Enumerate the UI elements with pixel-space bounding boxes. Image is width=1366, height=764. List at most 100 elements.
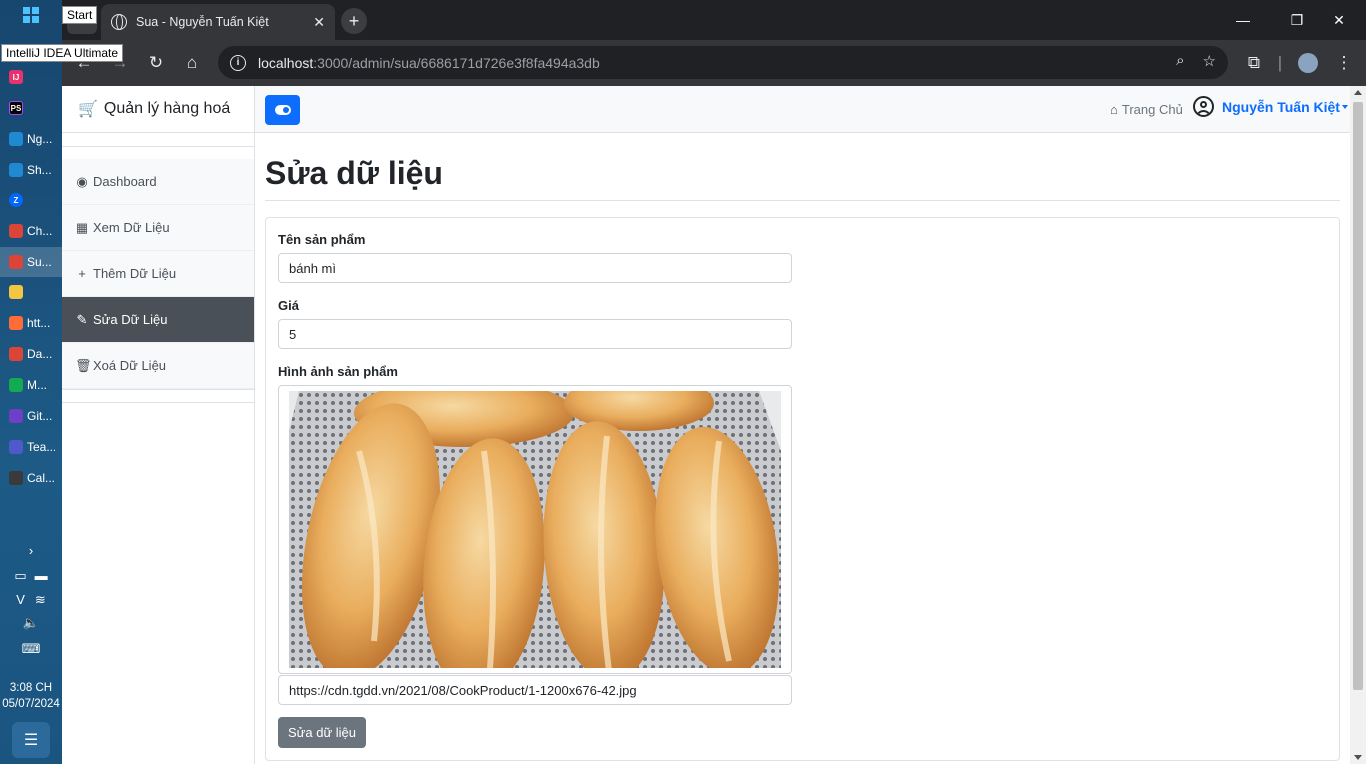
taskbar-app-0[interactable]: Ng... <box>0 124 62 154</box>
top-navbar: ⌂ Trang Chủ Nguyễn Tuấn Kiệt <box>255 86 1350 133</box>
product-name-input[interactable] <box>278 253 792 283</box>
taskbar-app-label: Ch... <box>27 224 53 238</box>
sidebar-item-dashboard[interactable]: ◉ Dashboard <box>62 159 254 205</box>
windows-logo-icon <box>23 7 39 23</box>
bread-photo <box>289 391 781 668</box>
folder-icon <box>9 285 23 299</box>
minimize-icon[interactable]: — <box>1220 0 1266 40</box>
browser-tab-active[interactable]: Sua - Nguyễn Tuấn Kiệt ✕ <box>101 4 335 40</box>
user-dropdown[interactable]: Nguyễn Tuấn Kiệt <box>1193 96 1348 117</box>
keyboard-icon[interactable]: ⌨ <box>0 641 62 657</box>
address-bar[interactable]: i localhost:3000/admin/sua/6686171d726e3… <box>218 46 1228 79</box>
sidebar: 🛒 Quản lý hàng hoá ◉ Dashboard ▦ Xem Dữ Liệ… <box>62 86 255 764</box>
tray-expand-icon[interactable]: › <box>0 543 62 558</box>
toolbar-divider: | <box>1277 53 1283 72</box>
windows-taskbar: IJ PS Ng... Sh... Ch... Su... htt... Da... M..… <box>0 0 62 764</box>
taskbar-app-1[interactable]: Sh... <box>0 155 62 185</box>
table-icon: ▦ <box>75 219 89 235</box>
scrollbar-thumb[interactable] <box>1353 102 1363 690</box>
notification-center-icon[interactable]: ☰ <box>12 722 50 758</box>
image-url-input[interactable] <box>278 675 792 705</box>
taskbar-intellij[interactable]: IJ <box>0 62 62 92</box>
sidebar-item-pencil[interactable]: ✎ Sửa Dữ Liệu <box>62 297 254 343</box>
reload-icon[interactable]: ↻ <box>142 49 170 77</box>
sidebar-brand[interactable]: 🛒 Quản lý hàng hoá <box>62 86 254 133</box>
zoom-icon[interactable]: ⌕ <box>1176 52 1184 70</box>
extensions-icon[interactable]: ⧉ <box>1240 49 1268 77</box>
close-tab-icon[interactable]: ✕ <box>313 14 325 31</box>
tray-row-2: V ≋ <box>0 592 62 608</box>
taskbar-app-6[interactable]: M... <box>0 370 62 400</box>
site-info-icon[interactable]: i <box>230 54 246 71</box>
sidebar-item-label: Sửa Dữ Liệu <box>93 312 168 327</box>
divider <box>62 133 254 147</box>
main-content: Sửa dữ liệu Tên sản phẩm Giá Hình ảnh sả… <box>265 133 1340 761</box>
sidebar-toggle-button[interactable] <box>265 95 300 125</box>
postman-icon <box>9 316 23 330</box>
github-icon <box>9 409 23 423</box>
clock-date: 05/07/2024 <box>2 698 60 710</box>
taskbar-app-8[interactable]: Tea... <box>0 432 62 462</box>
divider <box>62 402 254 403</box>
intellij-icon: IJ <box>9 70 23 84</box>
sidebar-item-table[interactable]: ▦ Xem Dữ Liệu <box>62 205 254 251</box>
taskbar-zalo[interactable]: Z <box>0 185 62 215</box>
user-circle-icon <box>1193 96 1214 117</box>
battery-icon[interactable]: ▬ <box>35 568 48 584</box>
caret-down-icon <box>1341 104 1348 109</box>
image-preview-frame <box>278 385 792 674</box>
sidebar-item-plus[interactable]: + Thêm Dữ Liệu <box>62 251 254 297</box>
taskbar-app-4[interactable]: htt... <box>0 308 62 338</box>
start-button[interactable] <box>0 0 62 30</box>
wifi-icon[interactable]: ≋ <box>35 592 46 608</box>
sidebar-item-label: Thêm Dữ Liệu <box>93 266 177 281</box>
menu-kebab-icon[interactable]: ⋮ <box>1330 49 1358 77</box>
webstorm-icon <box>9 132 23 146</box>
chrome-icon <box>9 347 23 361</box>
taskbar-phpstorm[interactable]: PS <box>0 93 62 123</box>
taskbar-clock[interactable]: 3:08 CH 05/07/2024 <box>0 680 62 712</box>
brand-text: Quản lý hàng hoá <box>103 100 231 117</box>
name-label: Tên sản phẩm <box>278 232 366 247</box>
globe-icon <box>111 14 127 30</box>
pencil-icon: ✎ <box>76 311 88 327</box>
scroll-down-icon[interactable] <box>1354 755 1362 760</box>
trash-icon: 🗑 <box>75 357 92 373</box>
profile-avatar-icon[interactable] <box>1294 49 1322 77</box>
browser-titlebar: Sua - Nguyễn Tuấn Kiệt ✕ + — ❐ ✕ <box>62 0 1366 40</box>
taskbar-window-icon[interactable]: ▭ <box>14 568 26 584</box>
scroll-up-icon[interactable] <box>1354 90 1362 95</box>
chrome-icon <box>9 255 23 269</box>
browser-toolbar: ← → ↻ ⌂ i localhost:3000/admin/sua/66861… <box>62 40 1366 86</box>
taskbar-app-label: Da... <box>27 347 53 361</box>
taskbar-app-label: M... <box>27 378 47 392</box>
calculator-icon <box>9 471 23 485</box>
chrome-icon <box>9 224 23 238</box>
taskbar-file-explorer[interactable] <box>0 277 62 307</box>
user-name: Nguyễn Tuấn Kiệt <box>1222 98 1340 115</box>
taskbar-app-2[interactable]: Ch... <box>0 216 62 246</box>
url-host: localhost <box>258 54 314 71</box>
vietkey-icon[interactable]: V <box>16 592 25 608</box>
taskbar-app-5[interactable]: Da... <box>0 339 62 369</box>
volume-icon[interactable]: 🔈 <box>0 615 62 631</box>
toggle-icon <box>274 105 291 115</box>
taskbar-app-9[interactable]: Cal... <box>0 463 62 493</box>
house-icon: ⌂ <box>1110 102 1118 117</box>
submit-button[interactable]: Sửa dữ liệu <box>278 717 366 748</box>
sidebar-item-trash[interactable]: 🗑 Xoá Dữ Liệu <box>62 343 254 389</box>
screen: IJ PS Ng... Sh... Ch... Su... htt... Da... M..… <box>0 0 1366 764</box>
phpstorm-icon: PS <box>9 101 23 115</box>
mongodb-icon <box>9 378 23 392</box>
home-icon[interactable]: ⌂ <box>178 49 206 77</box>
taskbar-app-3[interactable]: Su... <box>0 247 62 277</box>
page-scrollbar[interactable] <box>1350 86 1366 764</box>
sidebar-item-label: Xem Dữ Liệu <box>93 220 170 235</box>
bookmark-star-icon[interactable]: ☆ <box>1203 52 1216 70</box>
restore-icon[interactable]: ❐ <box>1274 0 1320 40</box>
price-input[interactable] <box>278 319 792 349</box>
new-tab-button[interactable]: + <box>341 8 367 34</box>
taskbar-app-7[interactable]: Git... <box>0 401 62 431</box>
home-link[interactable]: ⌂ Trang Chủ <box>1110 102 1183 117</box>
close-window-icon[interactable]: ✕ <box>1316 0 1362 40</box>
